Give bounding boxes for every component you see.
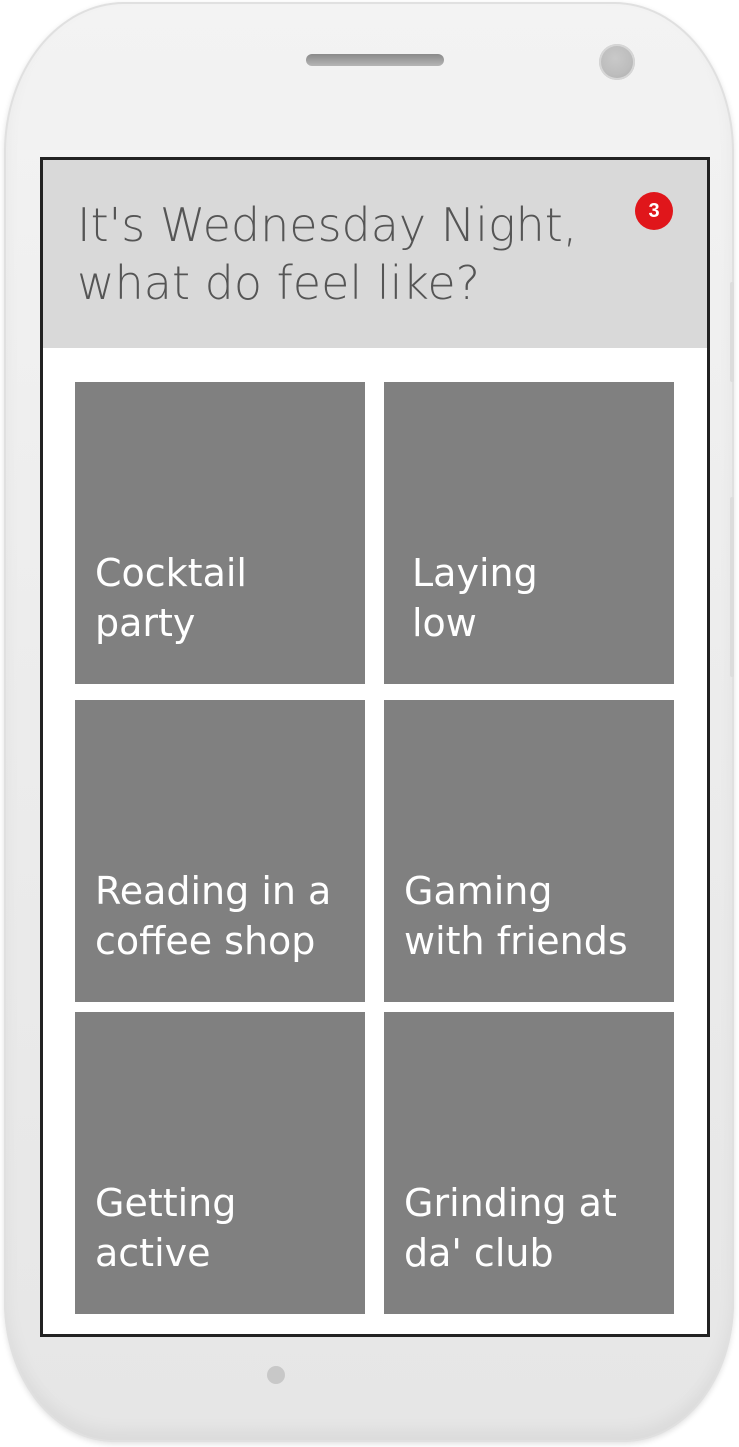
phone-device-frame: It's Wednesday Night, what do feel like?… xyxy=(4,2,734,1442)
tile-cocktail-party[interactable]: Cocktail party xyxy=(75,382,365,684)
tile-label-line-2: low xyxy=(412,601,477,645)
tile-label: Laying low xyxy=(412,548,538,648)
tile-laying-low[interactable]: Laying low xyxy=(384,382,674,684)
tile-label: Gaming with friends xyxy=(404,866,628,966)
app-screen: It's Wednesday Night, what do feel like?… xyxy=(40,157,710,1337)
notification-badge[interactable]: 3 xyxy=(635,192,673,230)
tile-label: Getting active xyxy=(95,1178,236,1278)
tile-label: Grinding at da' club xyxy=(404,1178,617,1278)
tile-label-line-2: coffee shop xyxy=(95,919,316,963)
tile-gaming-with-friends[interactable]: Gaming with friends xyxy=(384,700,674,1002)
tile-label-line-1: Grinding at xyxy=(404,1181,617,1225)
tile-label: Reading in a coffee shop xyxy=(95,866,331,966)
tile-label: Cocktail party xyxy=(95,548,247,648)
tile-grinding-at-club[interactable]: Grinding at da' club xyxy=(384,1012,674,1314)
power-button xyxy=(730,497,734,677)
tile-label-line-2: active xyxy=(95,1231,211,1275)
page-title-line-2: what do feel like? xyxy=(77,256,481,310)
tile-label-line-1: Laying xyxy=(412,551,538,595)
volume-button xyxy=(730,282,734,382)
earpiece-speaker xyxy=(306,54,444,66)
tile-label-line-2: with friends xyxy=(404,919,628,963)
tile-label-line-1: Cocktail xyxy=(95,551,247,595)
tile-label-line-1: Reading in a xyxy=(95,869,332,913)
page-title-line-1: It's Wednesday Night, xyxy=(77,198,578,252)
tile-reading-coffee-shop[interactable]: Reading in a coffee shop xyxy=(75,700,365,1002)
tile-label-line-2: party xyxy=(95,601,196,645)
tile-label-line-1: Gaming xyxy=(404,869,553,913)
app-header: It's Wednesday Night, what do feel like?… xyxy=(43,160,707,348)
page-title: It's Wednesday Night, what do feel like? xyxy=(77,196,577,312)
tile-label-line-1: Getting xyxy=(95,1181,237,1225)
tile-getting-active[interactable]: Getting active xyxy=(75,1012,365,1314)
tile-label-line-2: da' club xyxy=(404,1231,554,1275)
home-indicator xyxy=(267,1366,285,1384)
front-camera xyxy=(599,44,635,80)
